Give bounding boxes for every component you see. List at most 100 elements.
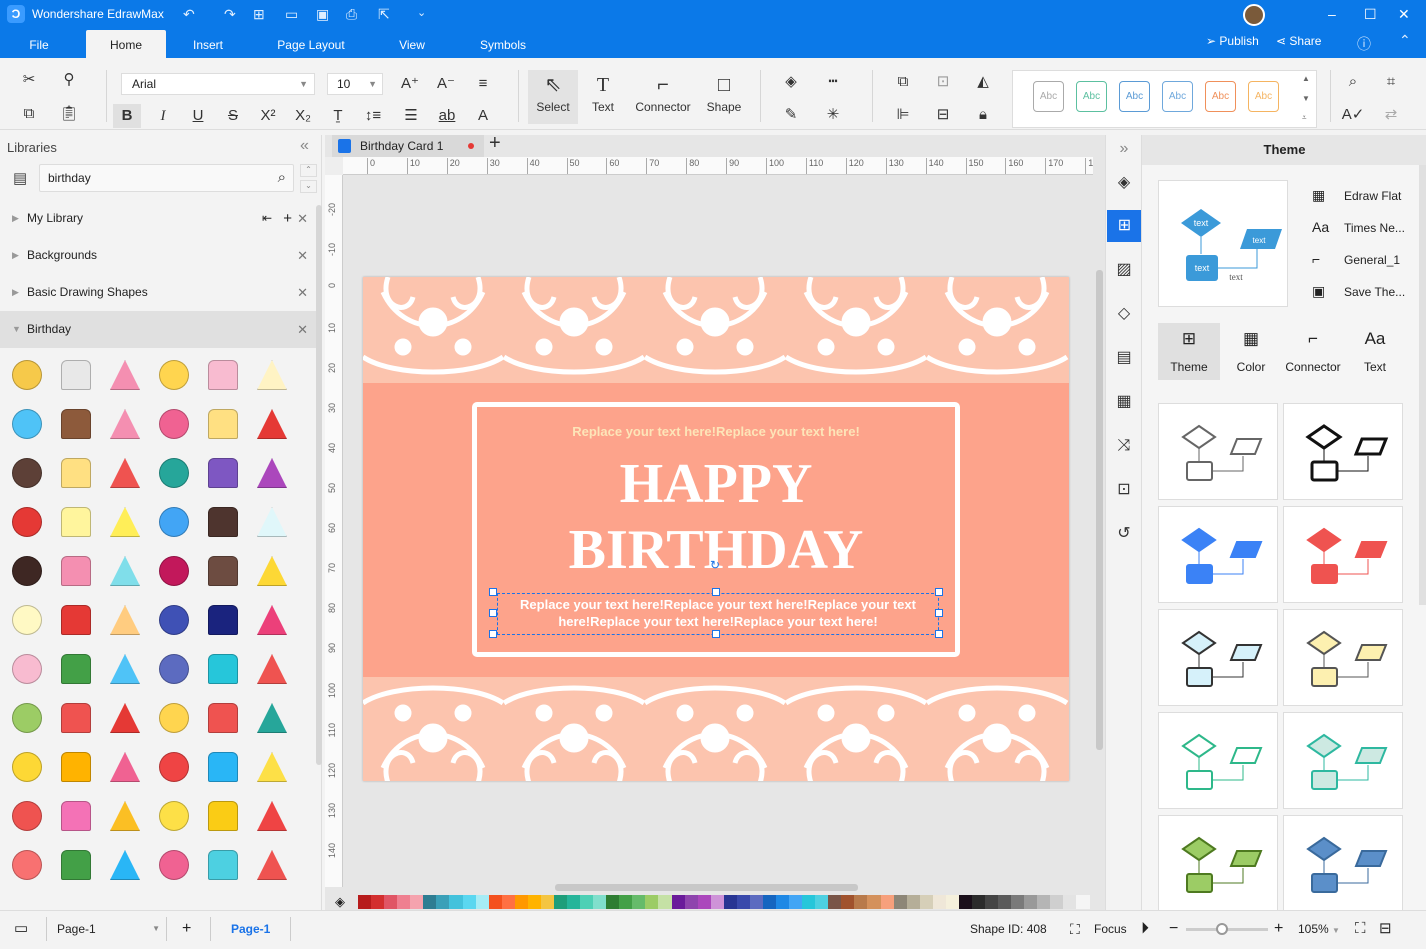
library-item[interactable]: ▶ My Library ✕ ⇤ + [0, 200, 316, 237]
candelabra-icon[interactable] [154, 551, 194, 591]
firecracker-icon[interactable] [105, 698, 145, 738]
cupcake-cream-icon[interactable] [252, 355, 292, 395]
style-preset[interactable]: Abc [1076, 81, 1107, 112]
subscript-icon[interactable]: X₂ [290, 104, 316, 128]
palette-swatch[interactable] [945, 895, 959, 909]
text-button[interactable]: T Text [578, 70, 628, 124]
save-icon[interactable]: ▣ [316, 6, 329, 23]
palette-swatch[interactable] [749, 895, 763, 909]
page-select[interactable]: Page-1 ▼ [57, 911, 162, 947]
find-icon[interactable]: ⌕ [1340, 70, 1366, 94]
theme-tab-connector[interactable]: ⌐ Connector [1282, 323, 1344, 380]
gift-green-icon[interactable] [56, 845, 96, 885]
history-icon[interactable]: ↺ [1112, 522, 1136, 546]
party-hat-purple-icon[interactable] [154, 649, 194, 689]
champagne-toast-icon[interactable] [252, 502, 292, 542]
focus-button[interactable]: Focus [1094, 911, 1127, 947]
style-preset[interactable]: Abc [1162, 81, 1193, 112]
fill-icon[interactable]: ◈ [778, 70, 804, 94]
envelope-pink-icon[interactable] [56, 551, 96, 591]
palette-swatch[interactable] [501, 895, 515, 909]
resize-handle[interactable] [712, 588, 720, 596]
gift-red-icon[interactable] [154, 845, 194, 885]
add-page-icon[interactable]: + [182, 911, 191, 947]
gift-teal-icon[interactable] [203, 845, 243, 885]
zoom-select[interactable]: 105% ▼ [1298, 911, 1340, 949]
menu-tab-insert[interactable]: Insert [178, 30, 238, 58]
palette-swatch[interactable] [645, 895, 659, 909]
palette-swatch[interactable] [697, 895, 711, 909]
arrange-icon[interactable]: ⧉ [890, 70, 916, 94]
cake-slice-red-icon[interactable] [252, 845, 292, 885]
open-folder-icon[interactable]: ▭ [285, 6, 298, 23]
cake-icon[interactable] [105, 355, 145, 395]
style-preset[interactable]: Abc [1205, 81, 1236, 112]
scroll-up-icon[interactable]: ▲ [1302, 74, 1310, 83]
donut-ring-icon[interactable] [105, 747, 145, 787]
highlight-icon[interactable]: ab [434, 104, 460, 128]
balloon-icon[interactable] [105, 502, 145, 542]
palette-swatch[interactable] [932, 895, 946, 909]
glasses-pink-icon[interactable] [7, 845, 47, 885]
zoom-out-icon[interactable]: − [1169, 911, 1178, 947]
palette-swatch[interactable] [971, 895, 985, 909]
palette-swatch[interactable] [1050, 895, 1064, 909]
star-yellow-icon[interactable] [252, 747, 292, 787]
party-hat-green-icon[interactable] [56, 649, 96, 689]
copy-icon[interactable]: ⧉ [16, 102, 42, 126]
envelope-blue-icon[interactable] [105, 551, 145, 591]
menu-tab-page-layout[interactable]: Page Layout [256, 30, 366, 58]
palette-swatch[interactable] [488, 895, 502, 909]
heart-icon[interactable] [105, 453, 145, 493]
guitar-icon[interactable] [203, 551, 243, 591]
effects-icon[interactable]: ✳ [820, 103, 846, 127]
maximize-icon[interactable]: ☐ [1364, 6, 1377, 23]
close-icon[interactable]: ✕ [1398, 6, 1410, 23]
palette-swatch[interactable] [880, 895, 894, 909]
palette-swatch[interactable] [475, 895, 489, 909]
palette-swatch[interactable] [867, 895, 881, 909]
collapse-ribbon-icon[interactable]: ⌃ [1399, 32, 1411, 49]
theme-card[interactable] [1283, 815, 1403, 912]
gift-box-open-icon[interactable] [154, 698, 194, 738]
palette-swatch[interactable] [958, 895, 972, 909]
bunny-icon[interactable] [56, 355, 96, 395]
star-blue-icon[interactable] [203, 747, 243, 787]
palette-swatch[interactable] [462, 895, 476, 909]
scroll-down-icon[interactable]: ▼ [1302, 94, 1310, 103]
replace-icon[interactable]: ⇄ [1378, 103, 1404, 127]
palette-swatch[interactable] [1063, 895, 1077, 909]
format-painter-icon[interactable]: ⚲ [56, 68, 82, 92]
zoom-slider[interactable] [1186, 923, 1268, 935]
palette-swatch[interactable] [998, 895, 1012, 909]
line-style-icon[interactable]: ┅ [820, 70, 846, 94]
palette-swatch[interactable] [762, 895, 776, 909]
palette-swatch[interactable] [449, 895, 463, 909]
library-search-input[interactable]: birthday ⌕ [39, 164, 294, 192]
next-result-icon[interactable]: ⌄ [300, 180, 317, 193]
resize-handle[interactable] [489, 630, 497, 638]
theme-card[interactable] [1158, 506, 1278, 603]
font-size-select[interactable]: 10 ▼ [327, 73, 383, 95]
balloons-bunch-icon[interactable] [7, 796, 47, 836]
expand-triangle-icon[interactable]: ▶ [12, 200, 19, 237]
horizontal-scrollbar[interactable] [555, 884, 858, 891]
cake-slice-icon[interactable] [7, 355, 47, 395]
camera-icon[interactable] [154, 453, 194, 493]
palette-swatch[interactable] [1076, 895, 1090, 909]
wine-glasses-icon[interactable] [203, 453, 243, 493]
bunting-icon[interactable] [154, 502, 194, 542]
resize-handle[interactable] [712, 630, 720, 638]
style-preset[interactable]: Abc [1119, 81, 1150, 112]
palette-swatch[interactable] [593, 895, 607, 909]
export-icon[interactable]: ⇱ [378, 6, 390, 23]
palette-swatch[interactable] [1024, 895, 1038, 909]
expand-triangle-icon[interactable]: ▶ [12, 274, 19, 311]
align-left-icon[interactable]: ⊫ [890, 103, 916, 127]
search-icon[interactable]: ⌕ [278, 165, 286, 191]
ice-cream-icon[interactable] [105, 600, 145, 640]
palette-swatch[interactable] [397, 895, 411, 909]
rose-yellow-icon[interactable] [203, 404, 243, 444]
candle-icon[interactable] [56, 502, 96, 542]
diamond-icon[interactable] [56, 453, 96, 493]
